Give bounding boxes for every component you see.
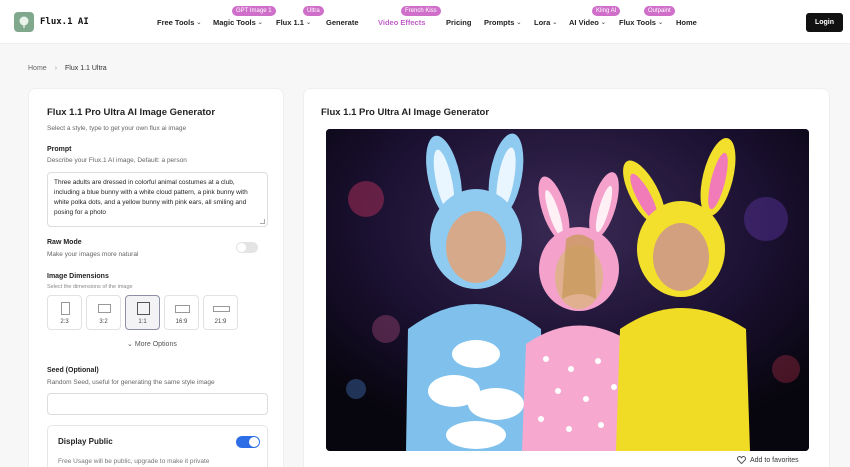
nav-video-effects[interactable]: Video Effects <box>378 18 425 27</box>
seed-input[interactable] <box>47 393 268 415</box>
badge-gpt-image: GPT Image 1 <box>232 6 276 16</box>
nav-label: Flux 1.1 <box>276 18 304 27</box>
display-public-label: Display Public <box>58 437 113 446</box>
square-ratio-icon <box>137 302 150 315</box>
prompt-text: Three adults are dressed in colorful ani… <box>54 179 248 216</box>
chevron-right-icon: › <box>54 65 58 72</box>
dimension-option-16-9[interactable]: 16:9 <box>164 295 199 330</box>
form-title: Flux 1.1 Pro Ultra AI Image Generator <box>47 107 216 118</box>
nav-magic-tools[interactable]: Magic Tools ⌄ <box>213 18 263 27</box>
tree-logo-icon <box>14 12 34 32</box>
prompt-hint: Describe your Flux.1 AI image, Default: … <box>47 157 187 164</box>
ultrawide-ratio-icon <box>213 306 230 312</box>
dimension-label: 3:2 <box>99 319 108 325</box>
chevron-down-icon: ⌄ <box>257 20 263 26</box>
dimension-label: 1:1 <box>138 319 147 325</box>
nav-ai-video[interactable]: AI Video ⌄ <box>569 18 606 27</box>
nav-pricing[interactable]: Pricing <box>446 18 471 27</box>
breadcrumb-current: Flux 1.1 Ultra <box>65 65 107 72</box>
nav-label: Magic Tools <box>213 18 256 27</box>
add-to-favorites-button[interactable]: Add to favorites <box>737 456 799 464</box>
dimension-option-3-2[interactable]: 3:2 <box>86 295 121 330</box>
result-title: Flux 1.1 Pro Ultra AI Image Generator <box>321 107 490 118</box>
chevron-down-icon: ⌄ <box>552 20 558 26</box>
nav-label: AI Video <box>569 18 599 27</box>
generated-image-illustration <box>326 129 809 451</box>
landscape-ratio-icon <box>98 304 111 313</box>
seed-label: Seed (Optional) <box>47 367 99 374</box>
nav-flux-tools[interactable]: Flux Tools ⌄ <box>619 18 663 27</box>
nav-label: Free Tools <box>157 18 195 27</box>
nav-lora[interactable]: Lora ⌄ <box>534 18 557 27</box>
nav-label: Video Effects <box>378 18 426 27</box>
chevron-down-icon: ⌄ <box>196 20 202 26</box>
nav-label: Lora <box>534 18 551 27</box>
nav-flux-1-1[interactable]: Flux 1.1 ⌄ <box>276 18 311 27</box>
nav-label: Pricing <box>446 18 472 27</box>
raw-mode-hint: Make your images more natural <box>47 251 139 258</box>
dimensions-label: Image Dimensions <box>47 273 109 280</box>
dimension-label: 16:9 <box>175 319 188 325</box>
generated-image[interactable] <box>326 129 809 451</box>
dimensions-selector: 2:3 3:2 1:1 16:9 21:9 <box>47 295 238 330</box>
nav-label: Generate <box>326 18 359 27</box>
wide-ratio-icon <box>175 305 190 313</box>
dimension-label: 21:9 <box>214 319 227 325</box>
dimensions-hint: Select the dimensions of the image <box>47 284 133 290</box>
raw-mode-toggle[interactable] <box>236 242 258 253</box>
badge-ultra: Ultra <box>303 6 324 16</box>
chevron-down-icon: ⌄ <box>127 341 133 348</box>
chevron-down-icon: ⌄ <box>516 20 522 26</box>
seed-hint: Random Seed, useful for generating the s… <box>47 379 215 386</box>
top-navigation-bar: Flux.1 AI Free Tools ⌄ GPT Image 1 Magic … <box>0 0 850 44</box>
chevron-down-icon: ⌄ <box>600 20 606 26</box>
prompt-textarea[interactable]: Three adults are dressed in colorful ani… <box>47 172 268 227</box>
chevron-down-icon: ⌄ <box>657 20 663 26</box>
nav-generate[interactable]: Generate <box>326 18 359 27</box>
nav-label: Flux Tools <box>619 18 656 27</box>
badge-french-kiss: French Kiss <box>401 6 441 16</box>
badge-outpaint: Outpaint <box>644 6 675 16</box>
heart-icon <box>737 456 746 464</box>
display-public-note: Free Usage will be public, upgrade to ma… <box>58 458 210 465</box>
result-panel: Flux 1.1 Pro Ultra AI Image Generator Ad… <box>303 88 830 467</box>
toggle-knob <box>249 437 259 447</box>
nav-free-tools[interactable]: Free Tools ⌄ <box>157 18 201 27</box>
breadcrumb-home-link[interactable]: Home <box>28 65 47 72</box>
more-options-button[interactable]: ⌄ More Options <box>127 340 177 348</box>
dimension-label: 2:3 <box>60 319 69 325</box>
chevron-down-icon: ⌄ <box>305 20 311 26</box>
more-options-label: More Options <box>134 341 177 348</box>
dimension-option-21-9[interactable]: 21:9 <box>203 295 238 330</box>
nav-prompts[interactable]: Prompts ⌄ <box>484 18 521 27</box>
login-button[interactable]: Login <box>806 13 843 32</box>
raw-mode-label: Raw Mode <box>47 239 82 246</box>
prompt-label: Prompt <box>47 146 72 153</box>
nav-label: Home <box>676 18 697 27</box>
nav-home[interactable]: Home <box>676 18 697 27</box>
portrait-ratio-icon <box>61 302 70 315</box>
resize-handle-icon[interactable] <box>260 219 265 224</box>
form-subtitle: Select a style, type to get your own flu… <box>47 125 187 132</box>
nav-label: Prompts <box>484 18 515 27</box>
dimension-option-2-3[interactable]: 2:3 <box>47 295 82 330</box>
badge-kling-ai: Kling AI <box>592 6 621 16</box>
logo-text: Flux.1 AI <box>40 17 89 27</box>
logo[interactable]: Flux.1 AI <box>14 12 89 32</box>
display-public-toggle[interactable] <box>236 436 260 448</box>
generator-form-panel: Flux 1.1 Pro Ultra AI Image Generator Se… <box>28 88 284 467</box>
breadcrumb: Home › Flux 1.1 Ultra <box>28 65 107 72</box>
add-to-favorites-label: Add to favorites <box>750 456 799 464</box>
dimension-option-1-1[interactable]: 1:1 <box>125 295 160 330</box>
toggle-knob <box>237 243 246 252</box>
display-public-card: Display Public Free Usage will be public… <box>47 425 268 467</box>
